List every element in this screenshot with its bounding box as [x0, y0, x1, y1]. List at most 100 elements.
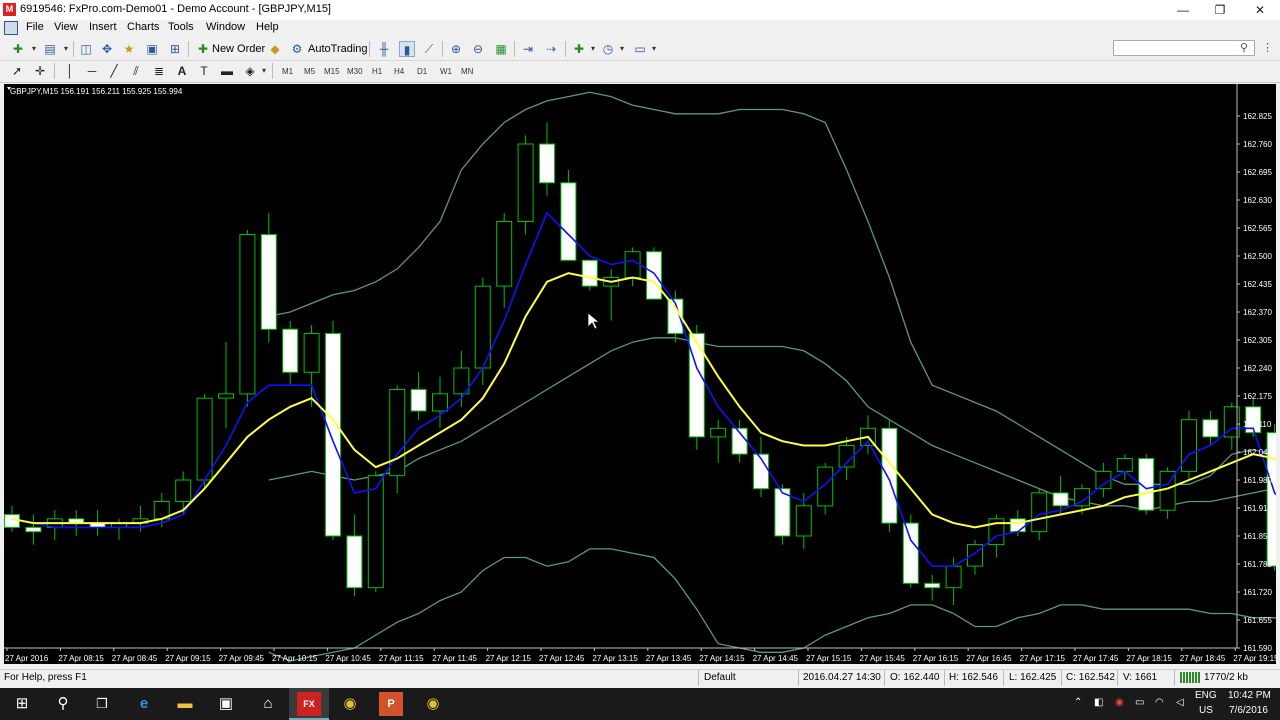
toolbar-separator [565, 41, 566, 57]
chart-shift-icon[interactable]: ⇥ [520, 41, 536, 57]
arrows-icon[interactable]: ▬ [219, 63, 235, 79]
price-chart[interactable]: 162.825 162.760 162.695 162.630 162.565 162.5… [4, 84, 1276, 664]
price-tick-label: 162.630 [1243, 196, 1272, 205]
zoom-out-icon[interactable]: ⊖ [470, 41, 486, 57]
vertical-line-icon[interactable]: │ [62, 63, 78, 79]
candle [710, 419, 727, 463]
powerpoint-icon[interactable]: P [379, 692, 403, 716]
network-icon[interactable]: ▭ [1135, 697, 1144, 708]
home-icon[interactable]: ⌂ [256, 692, 280, 716]
periods-dropdown-icon[interactable]: ▾ [614, 41, 630, 57]
autotrading-icon[interactable]: ⚙ [289, 41, 305, 57]
candle-body [795, 505, 812, 537]
strategy-tester-icon[interactable]: ⊞ [167, 41, 183, 57]
timeframe-h1[interactable]: H1 [372, 67, 382, 76]
candle [1245, 398, 1262, 437]
candle-body [902, 522, 919, 584]
candle [303, 324, 320, 407]
search-input[interactable] [1113, 40, 1255, 56]
auto-scroll-icon[interactable]: ⇢ [543, 41, 559, 57]
candle-body [303, 333, 320, 373]
clock-time[interactable]: 10:42 PM [1228, 690, 1271, 701]
candle-body [239, 234, 256, 395]
shapes-dropdown-icon[interactable]: ▾ [256, 63, 272, 79]
new-chart-icon[interactable]: ✚ [10, 41, 26, 57]
navigator-icon[interactable]: ★ [121, 41, 137, 57]
restore-button[interactable]: ❐ [1200, 0, 1240, 20]
menu-help[interactable]: Help [256, 21, 279, 33]
bar-chart-icon[interactable]: ╫ [376, 41, 392, 57]
menu-insert[interactable]: Insert [89, 21, 117, 33]
data-window-icon[interactable]: ✥ [99, 41, 115, 57]
timeframe-mn[interactable]: MN [461, 67, 473, 76]
tile-windows-icon[interactable]: ▦ [493, 41, 509, 57]
menu-charts[interactable]: Charts [127, 21, 159, 33]
language-indicator[interactable]: ENG [1195, 690, 1217, 701]
candle-body [325, 333, 341, 537]
tray-app-icon[interactable]: ◧ [1094, 697, 1103, 708]
candle [175, 471, 192, 515]
timeframe-m1[interactable]: M1 [282, 67, 293, 76]
price-tick-label: 162.825 [1243, 112, 1272, 121]
fxpro-app-icon[interactable]: FX [297, 692, 321, 716]
edge-browser-icon[interactable]: e [132, 692, 156, 716]
chrome-profile-icon[interactable]: ◉ [421, 692, 445, 716]
channel-icon[interactable]: ⫽ [128, 63, 144, 79]
region-indicator[interactable]: US [1199, 705, 1213, 716]
candle [218, 342, 234, 429]
candlestick-chart-icon[interactable]: ▮ [399, 41, 415, 57]
new-order-button[interactable]: New Order [212, 43, 265, 55]
store-icon[interactable]: ▣ [214, 692, 238, 716]
taskbar-search-icon[interactable]: ⚲ [51, 692, 75, 716]
show-hidden-icons-icon[interactable]: ⌃ [1074, 697, 1082, 708]
line-chart-icon[interactable]: ⟋ [421, 41, 437, 57]
text-label-icon[interactable]: T [196, 63, 212, 79]
crosshair-icon[interactable]: ✛ [32, 63, 48, 79]
zoom-in-icon[interactable]: ⊕ [448, 41, 464, 57]
timeframe-d1[interactable]: D1 [417, 67, 427, 76]
candle-body [260, 234, 277, 330]
close-button[interactable]: ✕ [1240, 0, 1280, 20]
timeframe-m5[interactable]: M5 [304, 67, 315, 76]
profiles-dropdown-icon[interactable]: ▾ [58, 41, 74, 57]
timeframe-h4[interactable]: H4 [394, 67, 404, 76]
menu-tools[interactable]: Tools [168, 21, 194, 33]
document-icon[interactable] [4, 21, 18, 35]
time-tick-label: 27 Apr 14:45 [753, 654, 799, 663]
file-explorer-icon[interactable]: ▬ [173, 692, 197, 716]
new-order-icon[interactable]: ✚ [195, 41, 211, 57]
start-windows-icon[interactable]: ⊞ [10, 692, 34, 716]
timeframe-m30[interactable]: M30 [347, 67, 363, 76]
metaeditor-icon[interactable]: ◆ [267, 41, 283, 57]
chart-canvas[interactable]: 162.825 162.760 162.695 162.630 162.565 162.5… [4, 84, 1276, 664]
menu-window[interactable]: Window [206, 21, 245, 33]
autotrading-button[interactable]: AutoTrading [308, 43, 368, 55]
new-chart-dropdown-icon[interactable]: ▾ [26, 41, 42, 57]
task-view-icon[interactable]: ❐ [90, 692, 114, 716]
menu-view[interactable]: View [54, 21, 78, 33]
text-tool-icon[interactable]: A [174, 63, 190, 79]
search-icon[interactable]: ⚲ [1240, 41, 1248, 54]
timeframe-m15[interactable]: M15 [324, 67, 340, 76]
price-tick-label: 162.110 [1243, 420, 1272, 429]
minimize-button[interactable]: — [1163, 0, 1203, 20]
volume-icon[interactable]: ◁ [1176, 697, 1184, 708]
terminal-icon[interactable]: ▣ [144, 41, 160, 57]
tray-security-icon[interactable]: ◉ [1115, 697, 1124, 708]
timeframe-w1[interactable]: W1 [440, 67, 452, 76]
wifi-icon[interactable]: ◠ [1155, 697, 1164, 708]
market-watch-icon[interactable]: ◫ [78, 41, 94, 57]
templates-dropdown-icon[interactable]: ▾ [646, 41, 662, 57]
indicators-dropdown-icon[interactable]: ▾ [585, 41, 601, 57]
clock-date[interactable]: 7/6/2016 [1229, 705, 1268, 716]
horizontal-line-icon[interactable]: ─ [84, 63, 100, 79]
menu-file[interactable]: File [26, 21, 44, 33]
fibonacci-icon[interactable]: ≣ [151, 63, 167, 79]
time-tick-label: 27 Apr 13:15 [592, 654, 638, 663]
chrome-icon[interactable]: ◉ [338, 692, 362, 716]
time-tick-label: 27 Apr 15:15 [806, 654, 852, 663]
cursor-icon[interactable]: ➚ [9, 63, 25, 79]
candle [967, 540, 983, 575]
profiles-icon[interactable]: ▤ [42, 41, 58, 57]
trendline-icon[interactable]: ╱ [106, 63, 122, 79]
